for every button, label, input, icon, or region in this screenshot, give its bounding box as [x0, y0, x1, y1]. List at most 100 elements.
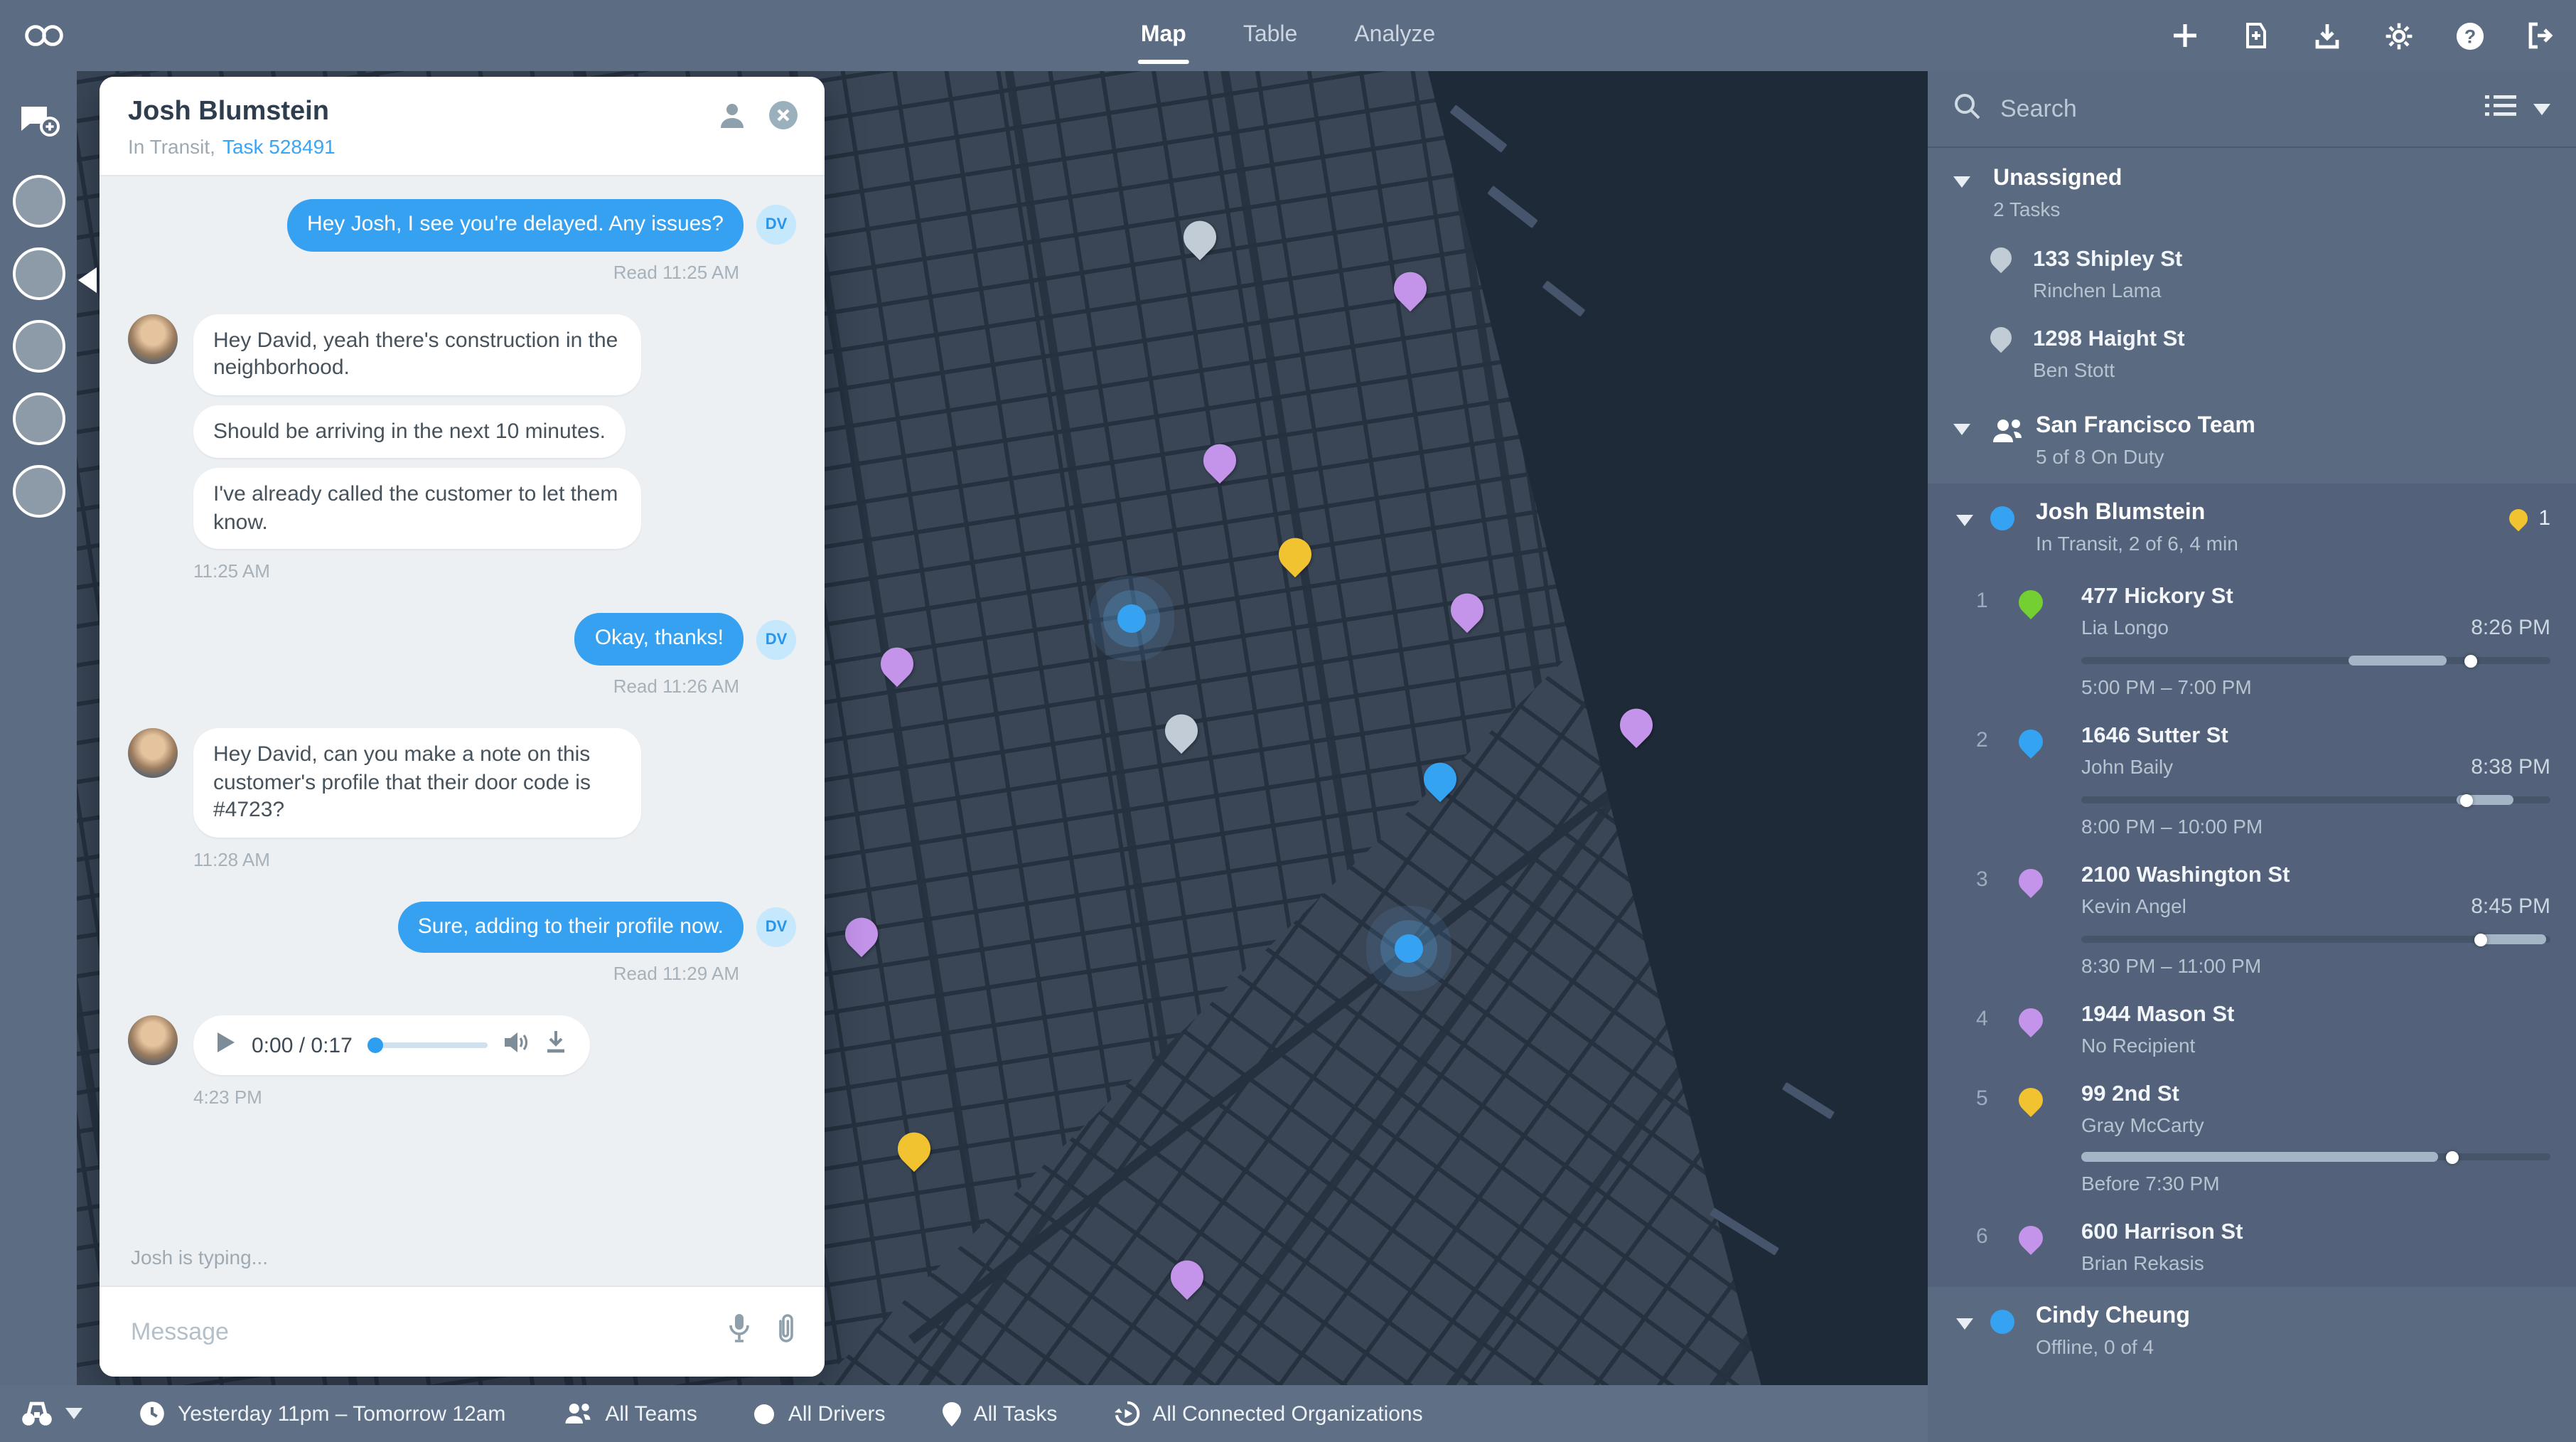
import-tasks-icon[interactable] — [2240, 20, 2272, 51]
view-list-icon[interactable] — [2485, 92, 2516, 125]
task-link[interactable]: Task 528491 — [222, 135, 336, 158]
search-input[interactable] — [1997, 93, 2468, 124]
task-time-slider[interactable] — [2081, 657, 2550, 664]
task-address: 1298 Haight St — [2033, 327, 2185, 353]
collapse-caret-icon[interactable] — [1953, 424, 1970, 435]
driver-avatar — [128, 728, 178, 778]
tab-map[interactable]: Map — [1138, 0, 1189, 71]
tab-analyze[interactable]: Analyze — [1351, 0, 1438, 71]
task-time-slider[interactable] — [2081, 936, 2550, 943]
task-time-slider[interactable] — [2081, 796, 2550, 803]
collapse-caret-icon[interactable] — [1956, 1318, 1973, 1330]
message-bubble: Sure, adding to their profile now. — [398, 901, 744, 954]
new-conversation-icon[interactable] — [17, 102, 60, 146]
export-download-icon[interactable] — [2312, 20, 2343, 51]
driver-task-row[interactable]: 41944 Mason StNo Recipient — [1928, 990, 2576, 1069]
task-time-slider-knob[interactable] — [2464, 654, 2477, 667]
filter-organizations[interactable]: All Connected Organizations — [1114, 1401, 1422, 1426]
task-address: 99 2nd St — [2081, 1082, 2550, 1108]
audio-volume-icon[interactable] — [503, 1031, 529, 1061]
audio-seek-slider[interactable] — [368, 1043, 488, 1049]
section-title: Unassigned — [1993, 166, 2550, 192]
top-bar: Map Table Analyze ? — [0, 0, 2576, 71]
driver-task-row[interactable]: 32100 Washington StKevin Angel8:45 PM8:3… — [1928, 850, 2576, 990]
driver-location-dot[interactable] — [1395, 934, 1423, 963]
filter-bar: Yesterday 11pm – Tomorrow 12am All Teams… — [0, 1385, 1928, 1442]
filter-drivers[interactable]: All Drivers — [754, 1401, 886, 1426]
task-time-window: Before 7:30 PM — [2081, 1172, 2550, 1195]
team-section-header[interactable]: San Francisco Team 5 of 8 On Duty — [1928, 395, 2576, 484]
task-time-slider-knob[interactable] — [2474, 933, 2486, 946]
driver-avatar — [128, 1016, 178, 1066]
driver-row-cindy[interactable]: Cindy Cheung Offline, 0 of 4 — [1928, 1287, 2576, 1375]
task-pin-icon — [2014, 1003, 2048, 1037]
view-options-caret-icon[interactable] — [2533, 103, 2550, 114]
driver-status-dot — [1990, 1310, 2014, 1334]
attach-file-icon[interactable] — [776, 1313, 796, 1351]
driver-name: Josh Blumstein — [2036, 501, 2550, 526]
chat-message-list[interactable]: Hey Josh, I see you're delayed. Any issu… — [100, 176, 825, 1286]
audio-download-icon[interactable] — [544, 1030, 567, 1062]
dispatcher-avatar-badge: DV — [756, 907, 796, 947]
app-logo-infinity-icon[interactable] — [23, 21, 65, 50]
driver-task-row[interactable]: 21646 Sutter StJohn Baily8:38 PM8:00 PM … — [1928, 711, 2576, 850]
unassigned-section-header[interactable]: Unassigned 2 Tasks — [1928, 148, 2576, 236]
driver-profile-icon[interactable] — [717, 100, 748, 138]
driver-avatar — [128, 314, 178, 364]
task-time-slider-range[interactable] — [2349, 656, 2447, 666]
lookup-caret-icon[interactable] — [65, 1408, 82, 1419]
message-bubble: Hey David, can you make a note on this c… — [193, 728, 641, 837]
unassigned-task-row[interactable]: 133 Shipley St Rinchen Lama — [1928, 236, 2576, 316]
unassigned-task-row[interactable]: 1298 Haight St Ben Stott — [1928, 316, 2576, 395]
close-chat-icon[interactable] — [768, 100, 799, 138]
task-time-slider-knob[interactable] — [2459, 794, 2472, 806]
driver-conversation-avatar-active[interactable] — [12, 247, 65, 300]
task-sequence-number: 3 — [1976, 867, 1988, 892]
collapse-caret-icon[interactable] — [1953, 176, 1970, 188]
record-voice-icon[interactable] — [728, 1313, 751, 1351]
task-time-slider[interactable] — [2081, 1153, 2550, 1160]
pending-task-pin-icon — [2505, 506, 2531, 532]
driver-status-text: In Transit, — [128, 135, 215, 158]
task-recipient: Gray McCarty — [2081, 1113, 2204, 1136]
filter-label: All Drivers — [788, 1401, 886, 1426]
task-recipient: Kevin Angel — [2081, 894, 2186, 917]
team-icon — [1990, 418, 2024, 451]
svg-text:?: ? — [2464, 26, 2475, 47]
task-address: 2100 Washington St — [2081, 863, 2550, 889]
driver-conversation-avatar[interactable] — [12, 392, 65, 445]
task-sequence-number: 2 — [1976, 728, 1988, 752]
driver-row-josh[interactable]: Josh Blumstein In Transit, 2 of 6, 4 min… — [1928, 484, 2576, 572]
task-time-window: 8:00 PM – 10:00 PM — [2081, 815, 2550, 838]
task-time-slider-range[interactable] — [2081, 1152, 2438, 1162]
driver-task-row[interactable]: 599 2nd StGray McCartyBefore 7:30 PM — [1928, 1069, 2576, 1207]
message-bubble: Okay, thanks! — [575, 614, 744, 666]
driver-conversation-avatar[interactable] — [12, 175, 65, 228]
collapse-caret-icon[interactable] — [1956, 515, 1973, 526]
audio-play-icon[interactable] — [216, 1031, 236, 1061]
add-task-icon[interactable] — [2169, 20, 2201, 51]
filter-tasks[interactable]: All Tasks — [943, 1401, 1058, 1426]
task-recipient: Lia Longo — [2081, 616, 2169, 639]
task-time-window: 8:30 PM – 11:00 PM — [2081, 954, 2550, 977]
settings-gear-icon[interactable] — [2383, 20, 2414, 51]
filter-date-range[interactable]: Yesterday 11pm – Tomorrow 12am — [139, 1401, 505, 1426]
lookup-binoculars-control[interactable] — [20, 1401, 82, 1426]
filter-label: All Connected Organizations — [1152, 1401, 1422, 1426]
filter-teams[interactable]: All Teams — [562, 1401, 697, 1426]
audio-seek-knob[interactable] — [367, 1038, 383, 1054]
driver-conversation-avatar[interactable] — [12, 320, 65, 373]
task-time-slider-knob[interactable] — [2445, 1150, 2458, 1163]
sign-out-icon[interactable] — [2525, 20, 2556, 51]
message-input[interactable] — [128, 1316, 702, 1347]
help-icon[interactable]: ? — [2454, 20, 2485, 51]
task-pin-icon — [2014, 864, 2048, 898]
task-pin-icon — [2014, 1083, 2048, 1117]
filter-label: All Tasks — [974, 1401, 1058, 1426]
driver-location-dot[interactable] — [1117, 604, 1146, 633]
tab-table[interactable]: Table — [1240, 0, 1301, 71]
outgoing-message: Sure, adding to their profile now. DV — [128, 901, 796, 954]
driver-conversation-avatar[interactable] — [12, 465, 65, 518]
driver-task-row[interactable]: 6600 Harrison StBrian Rekasis — [1928, 1207, 2576, 1287]
driver-task-row[interactable]: 1477 Hickory StLia Longo8:26 PM5:00 PM –… — [1928, 572, 2576, 711]
